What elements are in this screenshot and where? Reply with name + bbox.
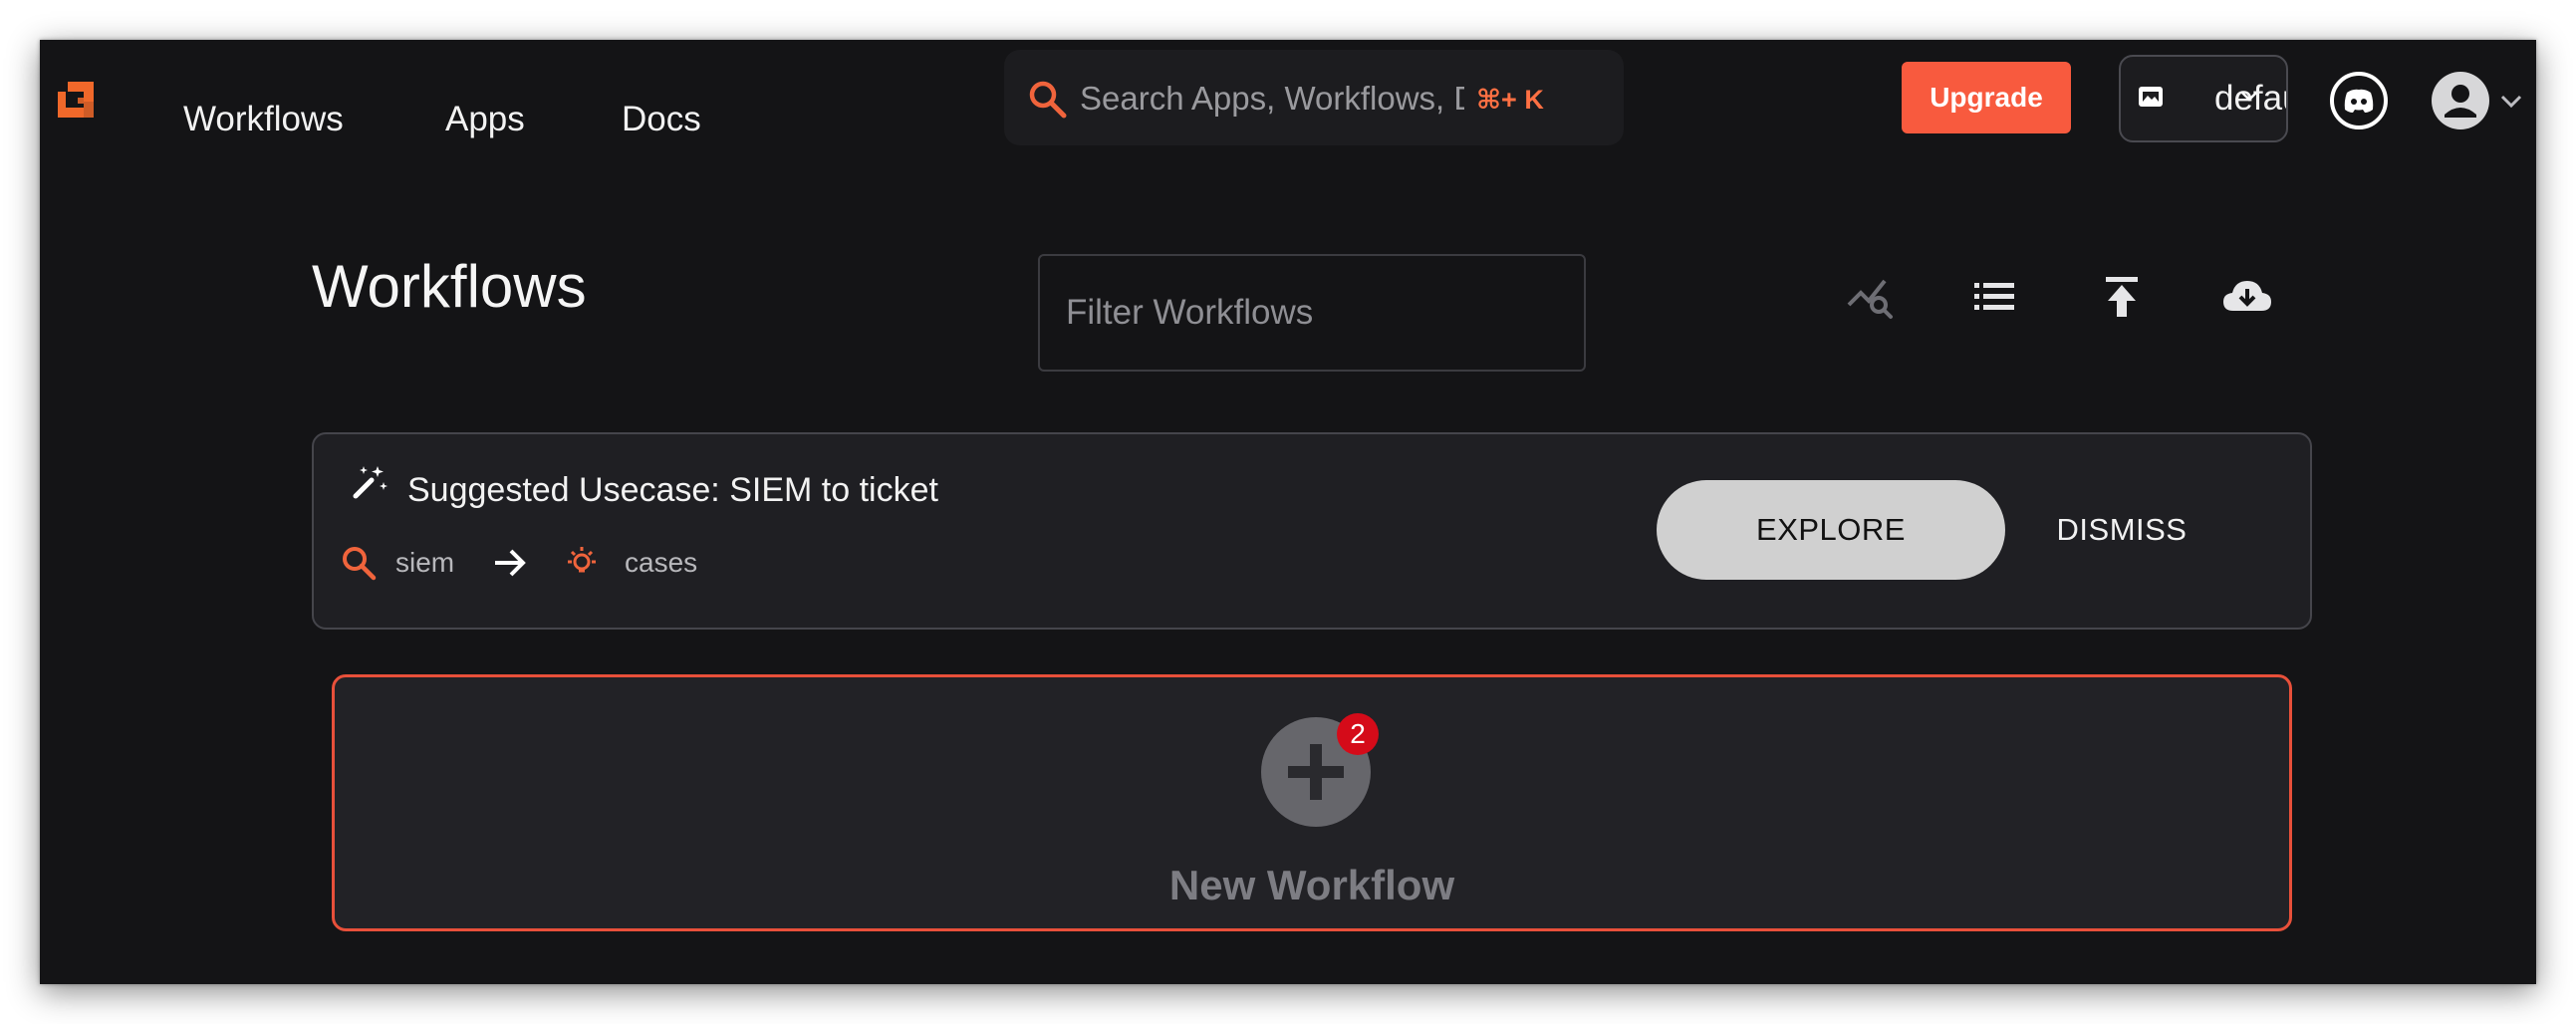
cloud-download-icon[interactable]: [2217, 267, 2277, 327]
list-view-icon[interactable]: [1964, 267, 2024, 327]
new-workflow-label: New Workflow: [1168, 862, 1455, 908]
suggestion-source-label: siem: [395, 547, 455, 578]
global-search[interactable]: ⌘+ K: [1004, 50, 1624, 145]
suggested-usecase-card: Suggested Usecase: SIEM to ticket siem c…: [312, 432, 2312, 630]
shuffle-logo-icon[interactable]: [54, 78, 98, 122]
nav-apps-link[interactable]: Apps: [445, 98, 525, 141]
page-title: Workflows: [312, 253, 587, 320]
search-icon: [1029, 81, 1067, 119]
lightbulb-icon: [568, 547, 596, 573]
search-icon: [343, 547, 377, 581]
upgrade-button[interactable]: Upgrade: [1902, 62, 2071, 133]
upload-icon[interactable]: [2092, 267, 2152, 327]
notification-badge: 2: [1337, 713, 1379, 755]
nav-workflows-link[interactable]: Workflows: [183, 98, 344, 141]
arrow-right-icon: [495, 549, 526, 577]
app-window: Workflows Apps Docs ⌘+ K Upgrade default: [40, 40, 2536, 984]
filter-workflows-input[interactable]: [1038, 254, 1586, 372]
search-shortcut-hint: ⌘+ K: [1476, 85, 1544, 115]
chevron-down-icon[interactable]: [2498, 90, 2524, 112]
org-selector[interactable]: default: [2119, 55, 2288, 142]
explore-button[interactable]: EXPLORE: [1657, 480, 2005, 580]
suggestion-title: Suggested Usecase: SIEM to ticket: [407, 471, 938, 509]
new-workflow-card[interactable]: 2 New Workflow: [332, 674, 2292, 931]
discord-icon[interactable]: [2329, 71, 2389, 130]
dismiss-button[interactable]: DISMISS: [2027, 480, 2216, 580]
chevron-down-icon: [2241, 92, 2257, 102]
nav-docs-link[interactable]: Docs: [622, 98, 701, 141]
magic-wand-icon: [353, 466, 387, 499]
user-avatar-icon[interactable]: [2431, 71, 2490, 130]
global-search-input[interactable]: [1078, 76, 1466, 122]
org-image-icon: [2139, 87, 2163, 107]
suggestion-target-label: cases: [625, 547, 698, 578]
analytics-search-icon[interactable]: [1841, 267, 1901, 327]
